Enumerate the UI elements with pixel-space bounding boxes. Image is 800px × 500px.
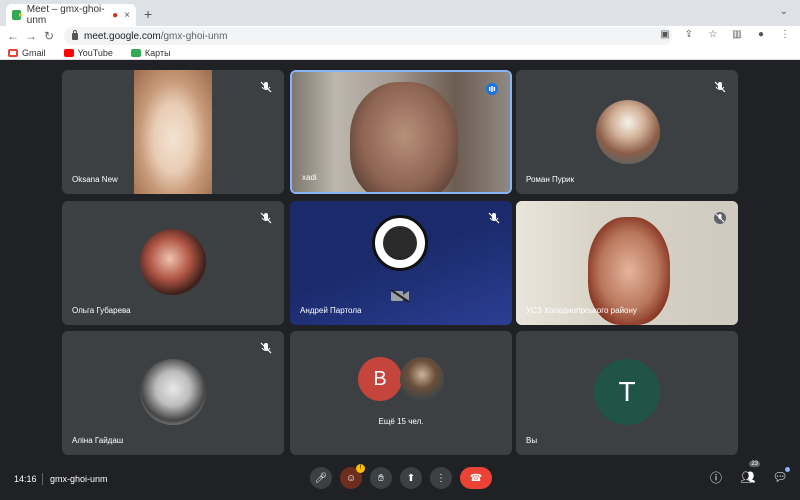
bookmark-label: YouTube bbox=[77, 47, 113, 58]
recording-indicator-icon: ● bbox=[112, 9, 119, 21]
people-icon: 👥︎ bbox=[740, 470, 756, 484]
present-screen-button[interactable]: ⬆ bbox=[400, 467, 422, 489]
more-participants-label: Ещё 15 чел. bbox=[378, 417, 424, 426]
bookmark-star-icon[interactable]: ☆ bbox=[706, 29, 720, 40]
meeting-details-button[interactable]: ⓘ bbox=[708, 469, 724, 485]
participant-avatar bbox=[140, 359, 206, 425]
browser-tab-strip: Meet – gmx-ghoi-unm ● × + ⌄ bbox=[0, 0, 800, 26]
gmail-icon bbox=[8, 48, 18, 57]
tab-title: Meet – gmx-ghoi-unm bbox=[26, 4, 105, 26]
participant-name: Вы bbox=[526, 436, 538, 445]
participant-name: Аліна Гайдаш bbox=[72, 436, 124, 445]
hand-icon: ✋︎ bbox=[378, 472, 384, 484]
camera-blocked-icon[interactable]: ▣ bbox=[658, 29, 672, 40]
tab-search-icon[interactable]: ⌄ bbox=[780, 6, 788, 17]
present-icon: ⬆ bbox=[406, 472, 416, 484]
toolbar-actions: ▣ ⇪ ☆ ▥ ● ⋮ bbox=[658, 29, 792, 40]
hangup-icon: ☎ bbox=[469, 472, 483, 484]
participant-tile[interactable]: Ольга Губарева bbox=[62, 201, 284, 325]
participant-avatar bbox=[400, 357, 444, 401]
chat-icon: 💬︎ bbox=[772, 470, 788, 484]
participant-name: Ольга Губарева bbox=[72, 306, 131, 315]
address-bar[interactable]: meet.google.com/gmx-ghoi-unm bbox=[64, 27, 672, 45]
self-tile[interactable]: Т Вы bbox=[516, 331, 738, 455]
call-controls: 🎤︎ ☺! ✋︎ ⬆ ⋮ ☎ bbox=[310, 464, 492, 489]
info-icon: ⓘ bbox=[709, 470, 722, 485]
chat-button[interactable]: 💬︎ bbox=[772, 467, 790, 485]
emoji-icon: ☺ bbox=[345, 472, 357, 484]
participant-tile[interactable]: Роман Пурик bbox=[516, 70, 738, 194]
browser-toolbar: ← → ↻ meet.google.com/gmx-ghoi-unm ▣ ⇪ ☆… bbox=[0, 26, 800, 46]
participant-name: xadi bbox=[302, 173, 317, 182]
side-panel-icon[interactable]: ▥ bbox=[730, 29, 744, 40]
mic-off-icon bbox=[260, 211, 272, 224]
participant-tile[interactable]: Oksana New bbox=[62, 70, 284, 194]
participant-tile[interactable]: Андрей Партола bbox=[290, 201, 512, 325]
more-options-button[interactable]: ⋮ bbox=[430, 467, 452, 489]
mic-off-icon bbox=[714, 80, 726, 93]
new-tab-button[interactable]: + bbox=[144, 6, 152, 22]
share-icon[interactable]: ⇪ bbox=[682, 29, 696, 40]
browser-menu-icon[interactable]: ⋮ bbox=[778, 29, 792, 40]
side-controls: ⓘ 👥︎ 23 💬︎ bbox=[708, 461, 790, 485]
bookmark-youtube[interactable]: YouTube bbox=[63, 47, 113, 58]
participants-count: 23 bbox=[749, 461, 760, 467]
participant-name: Роман Пурик bbox=[526, 175, 575, 184]
participant-tile-speaking[interactable]: xadi bbox=[290, 70, 512, 194]
reload-icon[interactable]: ↻ bbox=[40, 29, 58, 43]
url-domain: meet.google.com bbox=[84, 30, 161, 42]
leave-call-button[interactable]: ☎ bbox=[460, 467, 492, 489]
more-vert-icon: ⋮ bbox=[436, 472, 446, 484]
participant-tile[interactable]: УСЗ Холодногірського району bbox=[516, 201, 738, 325]
mic-off-icon bbox=[488, 211, 500, 224]
mic-off-icon bbox=[260, 341, 272, 354]
meeting-code: gmx-ghoi-unm bbox=[50, 474, 108, 484]
chat-unread-dot bbox=[785, 467, 790, 472]
people-button[interactable]: 👥︎ 23 bbox=[740, 461, 760, 485]
speaking-indicator-icon bbox=[486, 82, 498, 95]
microphone-icon: 🎤︎ bbox=[314, 472, 328, 484]
meeting-time: 14:16 bbox=[14, 474, 37, 484]
youtube-icon bbox=[63, 48, 74, 57]
participant-tile[interactable]: Аліна Гайдаш bbox=[62, 331, 284, 455]
bookmark-gmail[interactable]: Gmail bbox=[8, 48, 46, 58]
participant-name: Oksana New bbox=[72, 175, 118, 184]
back-icon[interactable]: ← bbox=[4, 29, 22, 43]
lock-icon[interactable] bbox=[72, 29, 78, 40]
url-path: /gmx-ghoi-unm bbox=[160, 30, 228, 42]
bookmarks-bar: Gmail YouTube Карты bbox=[0, 46, 800, 60]
forward-icon[interactable]: → bbox=[22, 29, 40, 43]
profile-avatar-icon[interactable]: ● bbox=[754, 29, 768, 40]
reactions-button[interactable]: ☺! bbox=[340, 464, 365, 489]
participant-avatar-letter: В bbox=[358, 357, 402, 401]
participant-video bbox=[134, 70, 212, 194]
maps-icon bbox=[130, 48, 141, 57]
participant-video bbox=[292, 72, 510, 192]
participant-name: Андрей Партола bbox=[300, 306, 362, 315]
participant-grid: Oksana New xadi Роман Пурик Ольга Губаре… bbox=[0, 60, 800, 460]
others-tile[interactable]: В Ещё 15 чел. bbox=[290, 331, 512, 455]
mic-off-icon bbox=[260, 80, 272, 93]
mic-off-icon bbox=[714, 211, 726, 224]
self-avatar-letter: Т bbox=[594, 359, 660, 425]
bookmark-maps[interactable]: Карты bbox=[130, 47, 171, 58]
participant-avatar bbox=[140, 229, 206, 295]
bookmark-label: Карты bbox=[144, 47, 171, 58]
separator bbox=[42, 473, 43, 485]
raise-hand-button[interactable]: ✋︎ bbox=[370, 467, 392, 489]
browser-tab[interactable]: Meet – gmx-ghoi-unm ● × bbox=[6, 4, 136, 26]
meet-favicon-icon bbox=[12, 10, 23, 20]
mic-toggle-button[interactable]: 🎤︎ bbox=[310, 467, 332, 489]
tab-close-icon[interactable]: × bbox=[124, 10, 130, 21]
participant-name: УСЗ Холодногірського району bbox=[526, 306, 637, 315]
camera-off-icon bbox=[390, 289, 410, 303]
obs-logo-icon bbox=[372, 215, 428, 271]
meeting-controls-bar: 14:16 gmx-ghoi-unm 🎤︎ ☺! ✋︎ ⬆ ⋮ ☎ ⓘ 👥︎ 23… bbox=[0, 460, 800, 500]
reactions-badge-icon: ! bbox=[356, 464, 365, 473]
bookmark-label: Gmail bbox=[22, 47, 46, 58]
participant-avatar bbox=[596, 100, 660, 164]
